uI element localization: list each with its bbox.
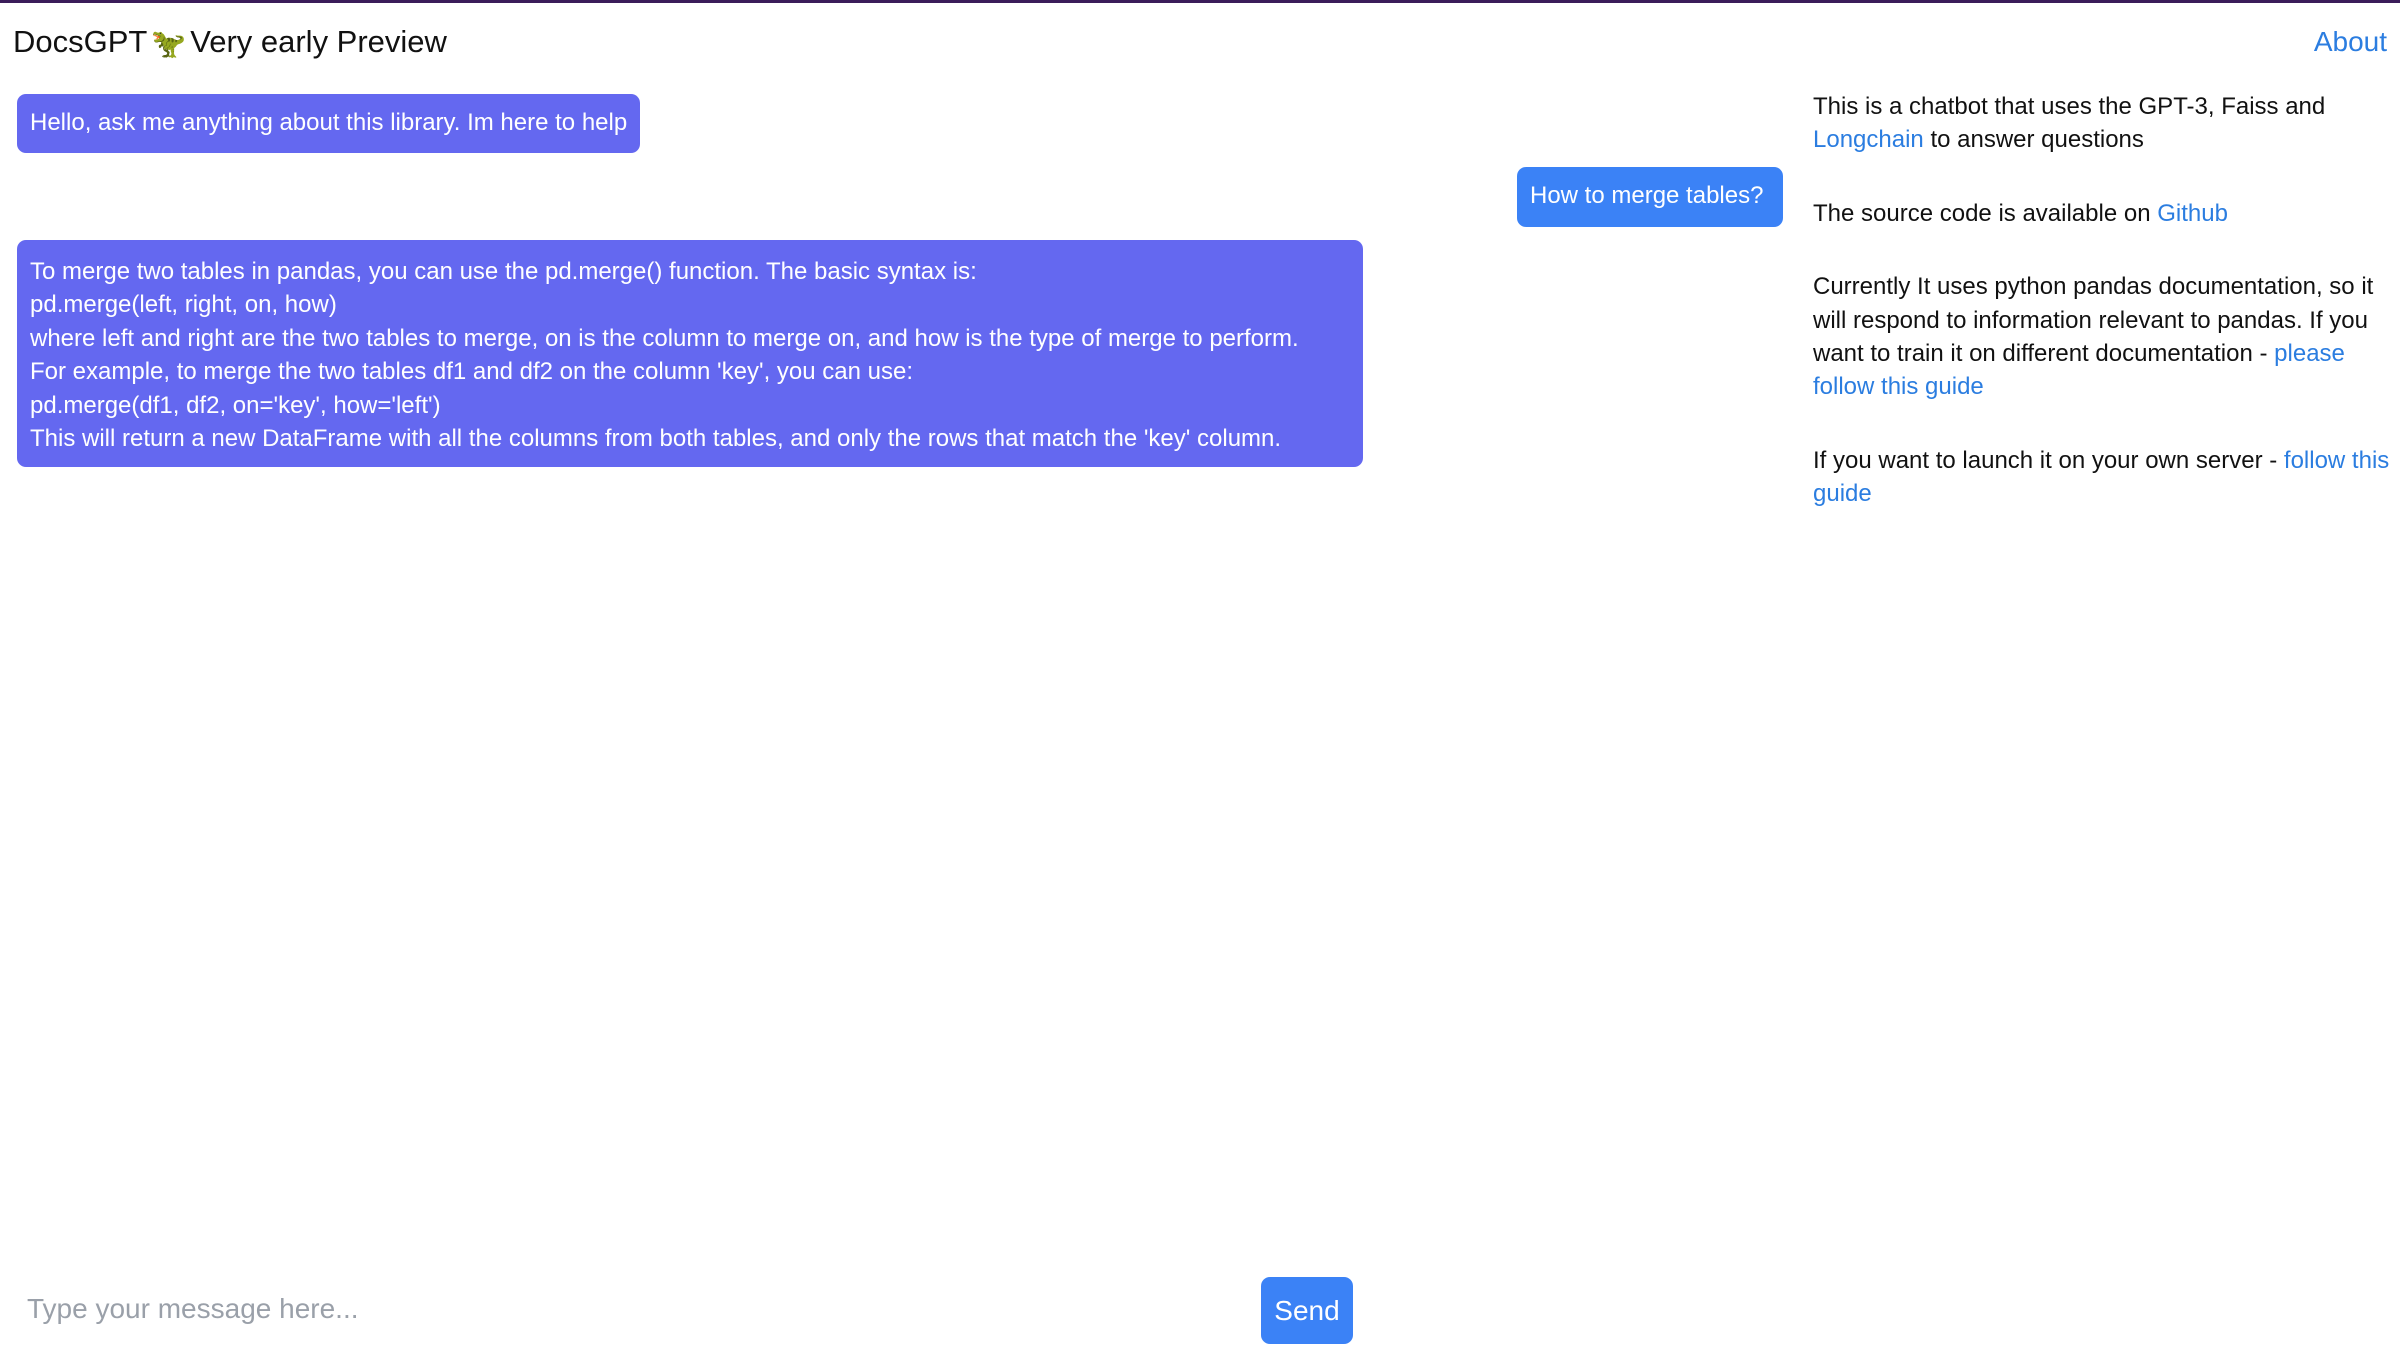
message-composer: Send xyxy=(0,1270,1370,1350)
answer-line: pd.merge(left, right, on, how) xyxy=(30,291,337,319)
answer-line: This will return a new DataFrame with al… xyxy=(30,425,1282,453)
bot-greeting-message: Hello, ask me anything about this librar… xyxy=(17,94,641,153)
about-sidebar: This is a chatbot that uses the GPT-3, F… xyxy=(1813,90,2393,551)
longchain-link[interactable]: Longchain xyxy=(1813,126,1924,153)
send-button[interactable]: Send xyxy=(1261,1277,1353,1344)
message-input[interactable] xyxy=(13,1281,1233,1337)
sidebar-training: Currently It uses python pandas document… xyxy=(1813,270,2393,404)
sidebar-intro-text: This is a chatbot that uses the GPT-3, F… xyxy=(1813,93,2326,120)
sidebar-source: The source code is available on Github xyxy=(1813,197,2393,230)
answer-line: To merge two tables in pandas, you can u… xyxy=(30,258,977,285)
user-question-message: How to merge tables? xyxy=(1517,167,1783,227)
answer-line: For example, to merge the two tables df1… xyxy=(30,358,913,386)
chat-area: Hello, ask me anything about this librar… xyxy=(0,0,1800,1362)
answer-line: pd.merge(df1, df2, on='key', how='left') xyxy=(30,391,441,419)
bot-answer-message: To merge two tables in pandas, you can u… xyxy=(17,240,1363,467)
about-link[interactable]: About xyxy=(2314,22,2387,62)
sidebar-intro: This is a chatbot that uses the GPT-3, F… xyxy=(1813,90,2393,157)
answer-line: where left and right are the two tables … xyxy=(30,324,1299,352)
sidebar-intro-text-end: to answer questions xyxy=(1930,126,2144,154)
sidebar-launch: If you want to launch it on your own ser… xyxy=(1813,444,2393,511)
sidebar-launch-text: If you want to launch it on your own ser… xyxy=(1813,446,2278,474)
github-link[interactable]: Github xyxy=(2157,200,2228,227)
sidebar-source-text: The source code is available on xyxy=(1813,199,2151,227)
